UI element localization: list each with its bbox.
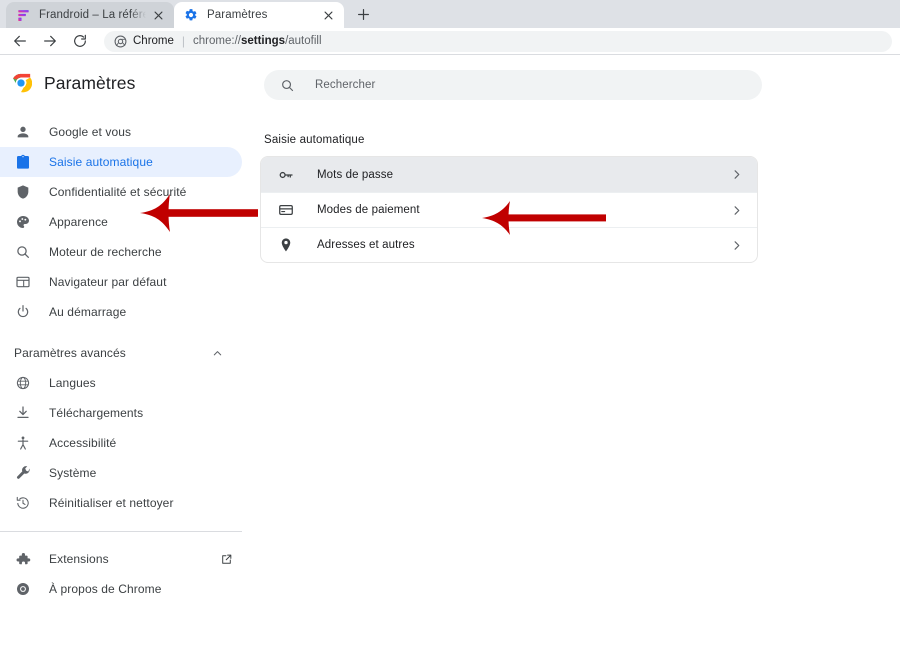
sidebar-item-label: Réinitialiser et nettoyer: [49, 496, 174, 510]
sidebar-item-langues[interactable]: Langues: [0, 368, 242, 398]
close-icon[interactable]: [150, 7, 166, 23]
tab-parametres[interactable]: Paramètres: [174, 2, 344, 28]
browser-window-icon: [14, 273, 32, 291]
sidebar-item-label: Au démarrage: [49, 305, 127, 319]
arrow-right-icon[interactable]: [38, 29, 62, 53]
sidebar-item-navigateur-par-defaut[interactable]: Navigateur par défaut: [0, 267, 242, 297]
sidebar-item-label: Téléchargements: [49, 406, 144, 420]
globe-icon: [14, 374, 32, 392]
settings-page: Paramètres Google et vous Saisie automat…: [0, 55, 900, 661]
location-pin-icon: [277, 236, 295, 254]
tab-frandroid[interactable]: Frandroid – La référence tech po: [6, 2, 174, 28]
browser-window: Frandroid – La référence tech po Paramèt…: [0, 0, 900, 662]
sidebar-item-label: Système: [49, 466, 97, 480]
key-icon: [277, 166, 295, 184]
tab-strip: Frandroid – La référence tech po Paramèt…: [0, 0, 900, 28]
chevron-right-icon[interactable]: [729, 168, 743, 182]
omnibox-separator: |: [181, 34, 186, 48]
url-prefix: chrome://: [193, 35, 241, 47]
url-suffix: /autofill: [285, 35, 322, 47]
tab-title: Paramètres: [207, 9, 268, 21]
sidebar-item-label: Accessibilité: [49, 436, 117, 450]
puzzle-icon: [14, 550, 32, 568]
search-input[interactable]: Rechercher: [264, 70, 762, 100]
open-in-new-icon[interactable]: [218, 551, 234, 567]
sidebar-item-reinitialiser-et-nettoyer[interactable]: Réinitialiser et nettoyer: [0, 488, 242, 518]
sidebar-item-extensions[interactable]: Extensions: [0, 544, 242, 574]
sidebar-item-telechargements[interactable]: Téléchargements: [0, 398, 242, 428]
browser-toolbar: Chrome | chrome://settings/autofill: [0, 28, 900, 55]
person-icon: [14, 123, 32, 141]
frandroid-f-icon: [16, 8, 31, 23]
sidebar-item-label: Saisie automatique: [49, 155, 153, 169]
tab-title: Frandroid – La référence tech po: [39, 9, 146, 21]
row-modes-de-paiement[interactable]: Modes de paiement: [261, 192, 757, 227]
reload-icon[interactable]: [68, 29, 92, 53]
row-label: Adresses et autres: [317, 239, 415, 251]
sidebar-item-label: Google et vous: [49, 125, 132, 139]
power-icon: [14, 303, 32, 321]
page-title: Paramètres: [44, 72, 136, 93]
restore-clock-icon: [14, 494, 32, 512]
search-icon: [14, 243, 32, 261]
sidebar-item-google-et-vous[interactable]: Google et vous: [0, 117, 242, 147]
sidebar-section-parametres-avances[interactable]: Paramètres avancés: [0, 338, 242, 368]
sidebar-item-confidentialite-et-securite[interactable]: Confidentialité et sécurité: [0, 177, 242, 207]
chrome-outline-icon: [14, 580, 32, 598]
shield-icon: [14, 183, 32, 201]
sidebar-item-label: Moteur de recherche: [49, 245, 162, 259]
wrench-icon: [14, 464, 32, 482]
sidebar-item-label: Langues: [49, 376, 96, 390]
chevron-right-icon[interactable]: [729, 238, 743, 252]
settings-brand: Paramètres: [0, 63, 260, 103]
autofill-card: Mots de passe Modes de paiement Adresses…: [260, 156, 758, 263]
accessibility-icon: [14, 434, 32, 452]
gear-icon: [184, 8, 199, 23]
credit-card-icon: [277, 201, 295, 219]
omnibox-url: chrome://settings/autofill: [193, 35, 321, 47]
sidebar-item-label: Extensions: [49, 552, 109, 566]
sidebar-item-moteur-de-recherche[interactable]: Moteur de recherche: [0, 237, 242, 267]
chrome-outline-icon: [114, 35, 127, 48]
sidebar-item-label: À propos de Chrome: [49, 582, 162, 596]
url-bold-part: settings: [240, 35, 286, 47]
sidebar-divider: [0, 531, 242, 532]
arrow-left-icon[interactable]: [8, 29, 32, 53]
search-placeholder: Rechercher: [315, 79, 376, 91]
sidebar-item-systeme[interactable]: Système: [0, 458, 242, 488]
row-mots-de-passe[interactable]: Mots de passe: [261, 157, 757, 192]
row-label: Modes de paiement: [317, 204, 420, 216]
settings-main: Rechercher Saisie automatique Mots de pa…: [260, 55, 900, 661]
row-label: Mots de passe: [317, 168, 394, 181]
settings-sidebar: Paramètres Google et vous Saisie automat…: [0, 55, 260, 661]
sidebar-item-label: Confidentialité et sécurité: [49, 185, 187, 199]
new-tab-button[interactable]: [350, 1, 376, 27]
chrome-logo-icon: [10, 72, 33, 94]
sidebar-item-accessibilite[interactable]: Accessibilité: [0, 428, 242, 458]
clipboard-icon: [14, 153, 32, 171]
omnibox-chip-label: Chrome: [133, 35, 174, 47]
sidebar-item-a-propos-de-chrome[interactable]: À propos de Chrome: [0, 574, 242, 604]
sidebar-section-label: Paramètres avancés: [14, 346, 126, 360]
sidebar-item-au-demarrage[interactable]: Au démarrage: [0, 297, 242, 327]
palette-icon: [14, 213, 32, 231]
sidebar-item-apparence[interactable]: Apparence: [0, 207, 242, 237]
address-bar[interactable]: Chrome | chrome://settings/autofill: [104, 30, 892, 52]
sidebar-item-label: Navigateur par défaut: [49, 275, 167, 289]
section-title-saisie-automatique: Saisie automatique: [264, 134, 365, 146]
download-icon: [14, 404, 32, 422]
sidebar-item-label: Apparence: [49, 215, 108, 229]
close-icon[interactable]: [320, 7, 336, 23]
chevron-right-icon[interactable]: [729, 203, 743, 217]
chevron-up-icon[interactable]: [208, 344, 226, 362]
sidebar-item-saisie-automatique[interactable]: Saisie automatique: [0, 147, 242, 177]
search-icon: [280, 78, 295, 93]
search-row: Rechercher: [260, 55, 900, 100]
row-adresses-et-autres[interactable]: Adresses et autres: [261, 227, 757, 262]
